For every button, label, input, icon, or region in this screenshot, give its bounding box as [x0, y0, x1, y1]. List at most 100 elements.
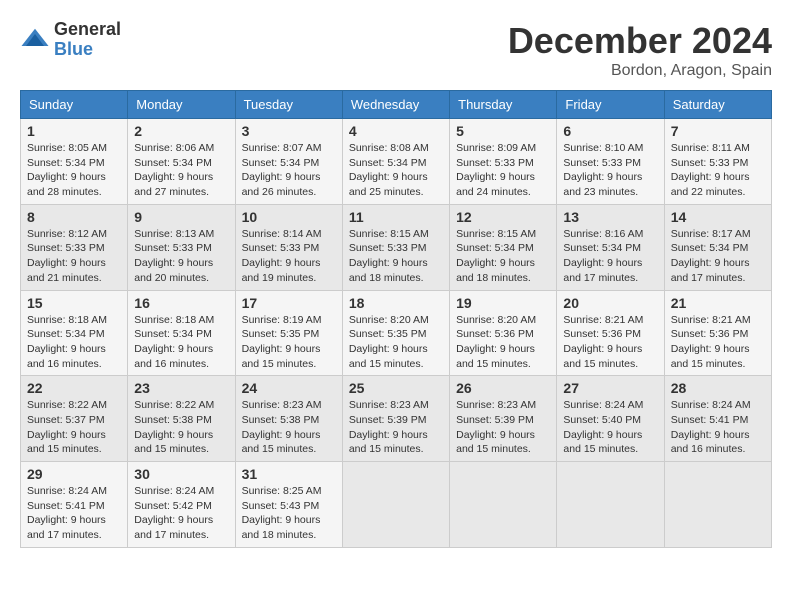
calendar-table: Sunday Monday Tuesday Wednesday Thursday… — [20, 90, 772, 548]
day-info: Sunrise: 8:12 AM Sunset: 5:33 PM Dayligh… — [27, 227, 121, 286]
day-number: 6 — [563, 123, 657, 139]
col-wednesday: Wednesday — [342, 91, 449, 119]
table-row: 6 Sunrise: 8:10 AM Sunset: 5:33 PM Dayli… — [557, 119, 664, 205]
calendar-row: 29 Sunrise: 8:24 AM Sunset: 5:41 PM Dayl… — [21, 462, 772, 548]
table-row: 2 Sunrise: 8:06 AM Sunset: 5:34 PM Dayli… — [128, 119, 235, 205]
day-number: 23 — [134, 380, 228, 396]
day-info: Sunrise: 8:23 AM Sunset: 5:39 PM Dayligh… — [349, 398, 443, 457]
day-info: Sunrise: 8:06 AM Sunset: 5:34 PM Dayligh… — [134, 141, 228, 200]
day-info: Sunrise: 8:10 AM Sunset: 5:33 PM Dayligh… — [563, 141, 657, 200]
day-number: 13 — [563, 209, 657, 225]
day-info: Sunrise: 8:25 AM Sunset: 5:43 PM Dayligh… — [242, 484, 336, 543]
day-info: Sunrise: 8:18 AM Sunset: 5:34 PM Dayligh… — [134, 313, 228, 372]
day-number: 5 — [456, 123, 550, 139]
table-row: 13 Sunrise: 8:16 AM Sunset: 5:34 PM Dayl… — [557, 204, 664, 290]
day-number: 22 — [27, 380, 121, 396]
day-info: Sunrise: 8:09 AM Sunset: 5:33 PM Dayligh… — [456, 141, 550, 200]
table-row — [342, 462, 449, 548]
day-number: 7 — [671, 123, 765, 139]
table-row: 17 Sunrise: 8:19 AM Sunset: 5:35 PM Dayl… — [235, 290, 342, 376]
day-info: Sunrise: 8:08 AM Sunset: 5:34 PM Dayligh… — [349, 141, 443, 200]
col-thursday: Thursday — [450, 91, 557, 119]
col-sunday: Sunday — [21, 91, 128, 119]
calendar-row: 15 Sunrise: 8:18 AM Sunset: 5:34 PM Dayl… — [21, 290, 772, 376]
logo-icon — [20, 25, 50, 55]
table-row: 24 Sunrise: 8:23 AM Sunset: 5:38 PM Dayl… — [235, 376, 342, 462]
day-info: Sunrise: 8:22 AM Sunset: 5:38 PM Dayligh… — [134, 398, 228, 457]
calendar-header-row: Sunday Monday Tuesday Wednesday Thursday… — [21, 91, 772, 119]
calendar-row: 22 Sunrise: 8:22 AM Sunset: 5:37 PM Dayl… — [21, 376, 772, 462]
table-row: 11 Sunrise: 8:15 AM Sunset: 5:33 PM Dayl… — [342, 204, 449, 290]
day-info: Sunrise: 8:17 AM Sunset: 5:34 PM Dayligh… — [671, 227, 765, 286]
table-row: 5 Sunrise: 8:09 AM Sunset: 5:33 PM Dayli… — [450, 119, 557, 205]
day-number: 18 — [349, 295, 443, 311]
day-info: Sunrise: 8:21 AM Sunset: 5:36 PM Dayligh… — [671, 313, 765, 372]
day-info: Sunrise: 8:24 AM Sunset: 5:41 PM Dayligh… — [27, 484, 121, 543]
table-row: 26 Sunrise: 8:23 AM Sunset: 5:39 PM Dayl… — [450, 376, 557, 462]
table-row — [450, 462, 557, 548]
table-row: 7 Sunrise: 8:11 AM Sunset: 5:33 PM Dayli… — [664, 119, 771, 205]
day-number: 24 — [242, 380, 336, 396]
table-row — [557, 462, 664, 548]
day-info: Sunrise: 8:24 AM Sunset: 5:41 PM Dayligh… — [671, 398, 765, 457]
day-number: 4 — [349, 123, 443, 139]
day-info: Sunrise: 8:15 AM Sunset: 5:34 PM Dayligh… — [456, 227, 550, 286]
day-info: Sunrise: 8:20 AM Sunset: 5:35 PM Dayligh… — [349, 313, 443, 372]
day-info: Sunrise: 8:21 AM Sunset: 5:36 PM Dayligh… — [563, 313, 657, 372]
day-number: 27 — [563, 380, 657, 396]
day-number: 3 — [242, 123, 336, 139]
day-info: Sunrise: 8:23 AM Sunset: 5:38 PM Dayligh… — [242, 398, 336, 457]
day-number: 2 — [134, 123, 228, 139]
day-info: Sunrise: 8:14 AM Sunset: 5:33 PM Dayligh… — [242, 227, 336, 286]
table-row: 4 Sunrise: 8:08 AM Sunset: 5:34 PM Dayli… — [342, 119, 449, 205]
day-info: Sunrise: 8:05 AM Sunset: 5:34 PM Dayligh… — [27, 141, 121, 200]
col-friday: Friday — [557, 91, 664, 119]
day-number: 19 — [456, 295, 550, 311]
title-section: December 2024 Bordon, Aragon, Spain — [508, 20, 772, 80]
day-number: 28 — [671, 380, 765, 396]
table-row: 18 Sunrise: 8:20 AM Sunset: 5:35 PM Dayl… — [342, 290, 449, 376]
table-row: 25 Sunrise: 8:23 AM Sunset: 5:39 PM Dayl… — [342, 376, 449, 462]
col-monday: Monday — [128, 91, 235, 119]
table-row — [664, 462, 771, 548]
day-number: 11 — [349, 209, 443, 225]
table-row: 10 Sunrise: 8:14 AM Sunset: 5:33 PM Dayl… — [235, 204, 342, 290]
logo: General Blue — [20, 20, 121, 60]
day-number: 9 — [134, 209, 228, 225]
day-info: Sunrise: 8:22 AM Sunset: 5:37 PM Dayligh… — [27, 398, 121, 457]
day-number: 29 — [27, 466, 121, 482]
table-row: 16 Sunrise: 8:18 AM Sunset: 5:34 PM Dayl… — [128, 290, 235, 376]
day-info: Sunrise: 8:23 AM Sunset: 5:39 PM Dayligh… — [456, 398, 550, 457]
table-row: 3 Sunrise: 8:07 AM Sunset: 5:34 PM Dayli… — [235, 119, 342, 205]
location: Bordon, Aragon, Spain — [508, 62, 772, 80]
day-number: 8 — [27, 209, 121, 225]
col-saturday: Saturday — [664, 91, 771, 119]
day-info: Sunrise: 8:20 AM Sunset: 5:36 PM Dayligh… — [456, 313, 550, 372]
table-row: 19 Sunrise: 8:20 AM Sunset: 5:36 PM Dayl… — [450, 290, 557, 376]
table-row: 30 Sunrise: 8:24 AM Sunset: 5:42 PM Dayl… — [128, 462, 235, 548]
table-row: 1 Sunrise: 8:05 AM Sunset: 5:34 PM Dayli… — [21, 119, 128, 205]
table-row: 8 Sunrise: 8:12 AM Sunset: 5:33 PM Dayli… — [21, 204, 128, 290]
month-title: December 2024 — [508, 20, 772, 62]
day-number: 17 — [242, 295, 336, 311]
logo-blue: Blue — [54, 40, 121, 60]
day-info: Sunrise: 8:24 AM Sunset: 5:40 PM Dayligh… — [563, 398, 657, 457]
table-row: 15 Sunrise: 8:18 AM Sunset: 5:34 PM Dayl… — [21, 290, 128, 376]
day-number: 16 — [134, 295, 228, 311]
day-number: 1 — [27, 123, 121, 139]
day-number: 25 — [349, 380, 443, 396]
day-number: 30 — [134, 466, 228, 482]
calendar-row: 1 Sunrise: 8:05 AM Sunset: 5:34 PM Dayli… — [21, 119, 772, 205]
table-row: 9 Sunrise: 8:13 AM Sunset: 5:33 PM Dayli… — [128, 204, 235, 290]
day-number: 14 — [671, 209, 765, 225]
day-info: Sunrise: 8:13 AM Sunset: 5:33 PM Dayligh… — [134, 227, 228, 286]
table-row: 20 Sunrise: 8:21 AM Sunset: 5:36 PM Dayl… — [557, 290, 664, 376]
calendar-row: 8 Sunrise: 8:12 AM Sunset: 5:33 PM Dayli… — [21, 204, 772, 290]
logo-text: General Blue — [54, 20, 121, 60]
day-info: Sunrise: 8:07 AM Sunset: 5:34 PM Dayligh… — [242, 141, 336, 200]
day-info: Sunrise: 8:11 AM Sunset: 5:33 PM Dayligh… — [671, 141, 765, 200]
day-info: Sunrise: 8:18 AM Sunset: 5:34 PM Dayligh… — [27, 313, 121, 372]
table-row: 29 Sunrise: 8:24 AM Sunset: 5:41 PM Dayl… — [21, 462, 128, 548]
table-row: 28 Sunrise: 8:24 AM Sunset: 5:41 PM Dayl… — [664, 376, 771, 462]
col-tuesday: Tuesday — [235, 91, 342, 119]
